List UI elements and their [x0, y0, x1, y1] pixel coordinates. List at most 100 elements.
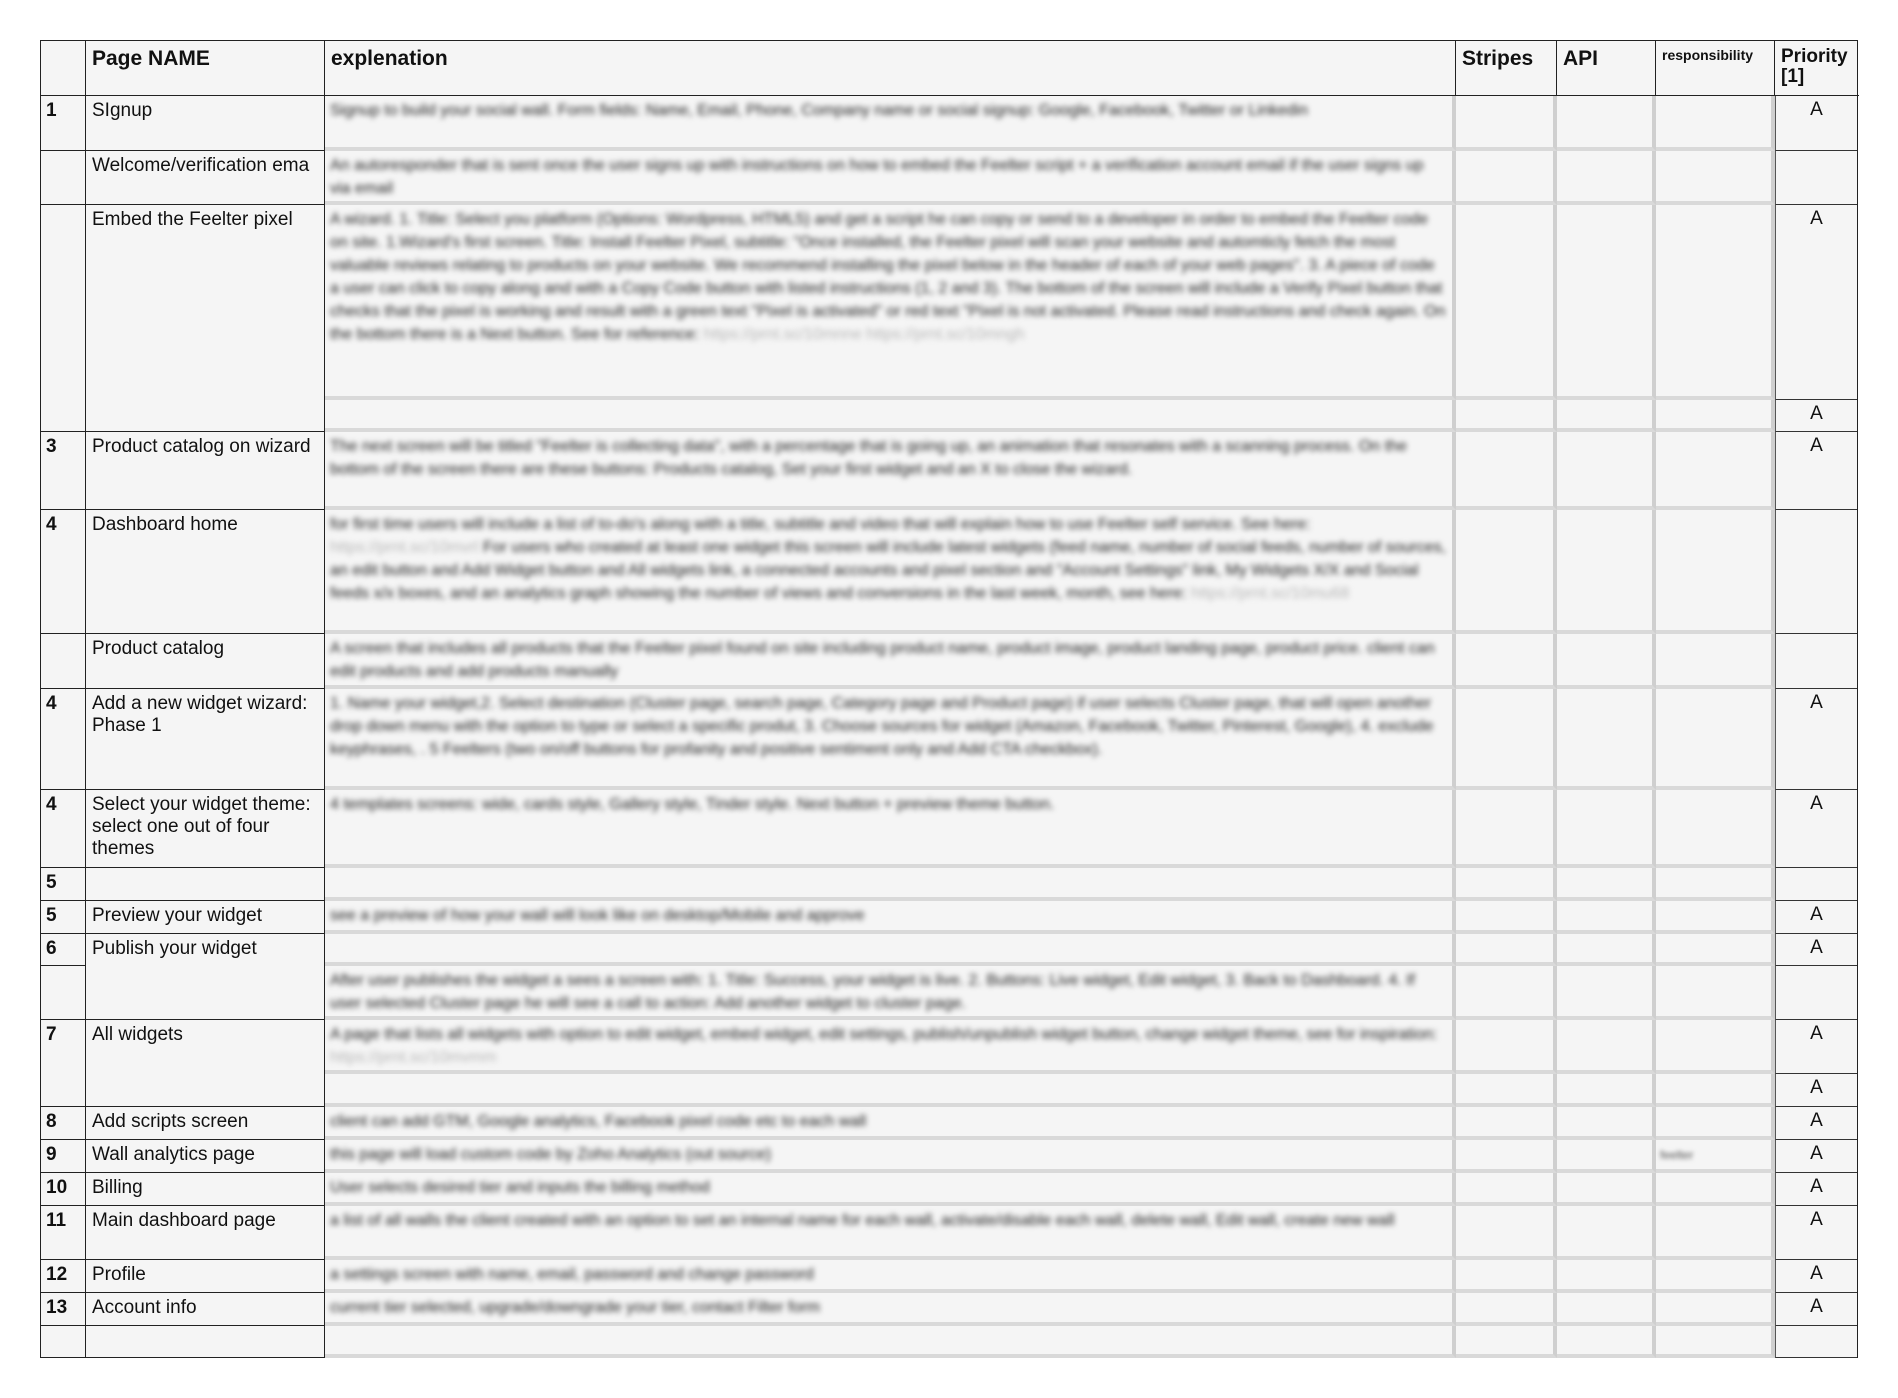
- responsibility-text: feelter: [1660, 1148, 1694, 1162]
- sub-explanation-text: After user publishes the widget a sees a…: [330, 972, 1415, 1012]
- explanation-body: A screen that includes all products that…: [330, 640, 1435, 680]
- explanation-body: client can add GTM, Google analytics, Fa…: [330, 1113, 867, 1130]
- stripes-cell: [1456, 868, 1557, 901]
- page-name: [86, 1326, 325, 1358]
- page-name: Welcome/verification ema: [86, 151, 325, 205]
- explanation-text: User selects desired tier and inputs the…: [330, 1176, 1447, 1199]
- stripes-subcell: [1456, 966, 1557, 1020]
- stripes-cell: [1456, 1260, 1557, 1293]
- explanation-text: this page will load custom code by Zoho …: [330, 1143, 1447, 1166]
- header-page-name: Page NAME: [86, 41, 325, 96]
- row-number: 7: [41, 1020, 86, 1107]
- priority-subcell: A: [1775, 1074, 1857, 1107]
- page-name: Product catalog: [86, 634, 325, 689]
- explanation-text: A page that lists all widgets with optio…: [330, 1023, 1447, 1069]
- explanation-body: A wizard. 1. Title: Select you platform …: [330, 211, 1446, 343]
- reference-link-2[interactable]: https://prnt.sc/10mu68: [1191, 585, 1349, 602]
- explanation-body: a list of all walls the client created w…: [330, 1212, 1395, 1229]
- row-number: 11: [41, 1206, 86, 1260]
- stripes-cell: [1456, 96, 1557, 151]
- priority-cell: [1775, 1326, 1857, 1358]
- responsibility-cell: [1656, 901, 1775, 934]
- explanation-body: a settings screen with name, email, pass…: [330, 1266, 814, 1283]
- requirements-table: Page NAME explenation Stripes API respon…: [40, 40, 1859, 1358]
- stripes-subcell: [1456, 1074, 1557, 1107]
- explanation-cell: see a preview of how your wall will look…: [325, 901, 1456, 934]
- stripes-cell: [1456, 634, 1557, 689]
- priority-cell: A: [1775, 1140, 1857, 1173]
- stripes-subcell: [1456, 400, 1557, 432]
- row-number: 3: [41, 432, 86, 510]
- explanation-text: An autoresponder that is sent once the u…: [330, 154, 1447, 200]
- explanation-text: a list of all walls the client created w…: [330, 1209, 1447, 1232]
- priority-cell: A: [1775, 901, 1857, 934]
- page-name: Wall analytics page: [86, 1140, 325, 1173]
- api-cell: [1557, 96, 1656, 151]
- row-number: 1: [41, 96, 86, 151]
- responsibility-cell: [1656, 151, 1775, 205]
- row-number: 4: [41, 790, 86, 868]
- page-name: Preview your widget: [86, 901, 325, 934]
- stripes-cell: [1456, 1206, 1557, 1260]
- stripes-cell: [1456, 510, 1557, 634]
- reference-link[interactable]: https://prnt.sc/10mvmm: [330, 1049, 496, 1066]
- explanation-body: A page that lists all widgets with optio…: [330, 1026, 1438, 1043]
- priority-cell: A: [1775, 1020, 1857, 1074]
- priority-cell: A: [1775, 1173, 1857, 1206]
- responsibility-cell: [1656, 1020, 1775, 1074]
- responsibility-cell: [1656, 432, 1775, 510]
- explanation-cell: current tier selected, upgrade/downgrade…: [325, 1293, 1456, 1326]
- api-subcell: [1557, 1074, 1656, 1107]
- priority-cell: A: [1775, 1107, 1857, 1140]
- explanation-cell: [325, 1326, 1456, 1358]
- page-name: Main dashboard page: [86, 1206, 325, 1260]
- responsibility-cell: [1656, 1293, 1775, 1326]
- stripes-cell: [1456, 1140, 1557, 1173]
- api-cell: [1557, 1206, 1656, 1260]
- header-stripes: Stripes: [1456, 41, 1557, 96]
- row-number: 9: [41, 1140, 86, 1173]
- explanation-cell: An autoresponder that is sent once the u…: [325, 151, 1456, 205]
- stripes-cell: [1456, 1107, 1557, 1140]
- stripes-cell: [1456, 689, 1557, 790]
- api-cell: [1557, 634, 1656, 689]
- header-explanation: explenation: [325, 41, 1456, 96]
- row-number: 8: [41, 1107, 86, 1140]
- explanation-text: Signup to build your social wall. Form f…: [330, 99, 1447, 122]
- explanation-cell: User selects desired tier and inputs the…: [325, 1173, 1456, 1206]
- explanation-body: 1. Name your widget,2. Select destinatio…: [330, 695, 1434, 758]
- api-cell: [1557, 901, 1656, 934]
- header-priority: Priority [1]: [1775, 41, 1859, 96]
- stripes-cell: [1456, 790, 1557, 868]
- priority-cell: A: [1775, 205, 1857, 400]
- api-cell: [1557, 868, 1656, 901]
- reference-link[interactable]: https://prnt.sc/10mvrl: [330, 539, 479, 556]
- api-cell: [1557, 1140, 1656, 1173]
- priority-subcell: A: [1775, 400, 1857, 432]
- explanation-cell: A page that lists all widgets with optio…: [325, 1020, 1456, 1074]
- explanation-cell: 1. Name your widget,2. Select destinatio…: [325, 689, 1456, 790]
- explanation-cell: this page will load custom code by Zoho …: [325, 1140, 1456, 1173]
- page-name: Dashboard home: [86, 510, 325, 634]
- reference-link[interactable]: https://prnt.sc/10mnne https://prnt.sc/1…: [704, 326, 1025, 343]
- explanation-body: this page will load custom code by Zoho …: [330, 1146, 772, 1163]
- row-number: 13: [41, 1293, 86, 1326]
- page-name: Select your widget theme: select one out…: [86, 790, 325, 868]
- api-cell: [1557, 1020, 1656, 1074]
- api-cell: [1557, 205, 1656, 400]
- responsibility-subcell: [1656, 1074, 1775, 1107]
- api-subcell: [1557, 400, 1656, 432]
- api-cell: [1557, 1173, 1656, 1206]
- page-name: [86, 868, 325, 901]
- row-number: 5: [41, 901, 86, 934]
- explanation-subcell: After user publishes the widget a sees a…: [325, 966, 1456, 1020]
- priority-subcell: [1775, 966, 1857, 1020]
- page-name: SIgnup: [86, 96, 325, 151]
- priority-cell: A: [1775, 790, 1857, 868]
- api-cell: [1557, 1260, 1656, 1293]
- explanation-body: The next screen will be titled "Feelter …: [330, 438, 1407, 478]
- priority-cell: A: [1775, 96, 1857, 151]
- explanation-cell: A screen that includes all products that…: [325, 634, 1456, 689]
- explanation-cell: [325, 868, 1456, 901]
- responsibility-cell: [1656, 1326, 1775, 1358]
